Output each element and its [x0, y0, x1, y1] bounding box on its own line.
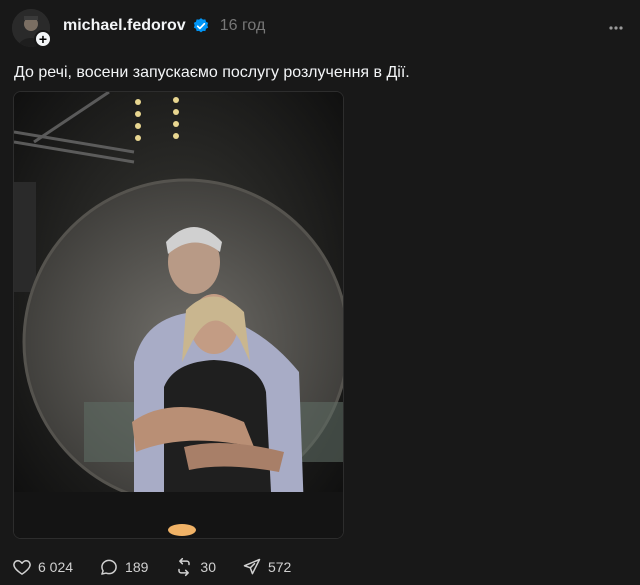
- share-button[interactable]: 572: [242, 557, 291, 577]
- like-button[interactable]: 6 024: [12, 557, 73, 577]
- comment-icon: [101, 559, 117, 575]
- thread-post: + michael.fedorov 16 год До речі, восени…: [0, 0, 640, 585]
- post-actions: 6 024 189 30 572: [12, 557, 317, 577]
- follow-plus-icon[interactable]: +: [34, 30, 52, 48]
- repost-button[interactable]: 30: [174, 557, 216, 577]
- like-count: 6 024: [38, 559, 74, 575]
- repost-icon: [178, 557, 191, 577]
- post-caption: До речі, восени запускаємо послугу розлу…: [14, 64, 410, 81]
- reply-button[interactable]: 189: [99, 557, 148, 577]
- post-header: michael.fedorov 16 год: [63, 17, 265, 35]
- post-timestamp: 16 год: [219, 17, 266, 34]
- verified-badge-icon: [193, 18, 208, 33]
- share-count: 572: [267, 559, 292, 575]
- send-icon: [243, 558, 261, 575]
- heart-icon: [13, 560, 31, 575]
- reply-count: 189: [125, 559, 149, 575]
- username[interactable]: michael.fedorov: [63, 17, 186, 35]
- more-horizontal-icon[interactable]: [608, 20, 624, 36]
- repost-count: 30: [200, 559, 216, 575]
- post-image[interactable]: [13, 91, 344, 539]
